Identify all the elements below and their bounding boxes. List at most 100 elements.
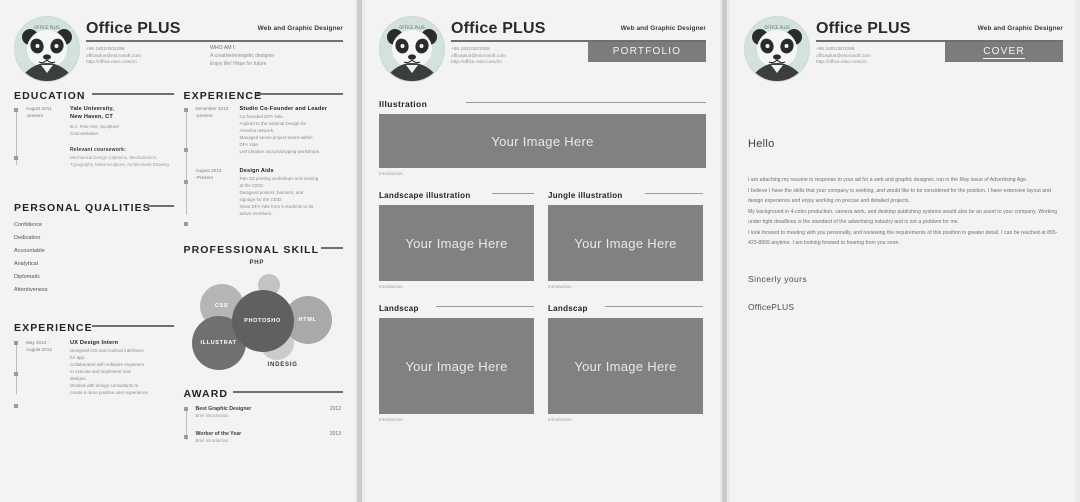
page3-header-main: Office PLUS Web and Graphic Designer: [816, 18, 1063, 44]
image-placeholder[interactable]: Your Image Here: [548, 205, 703, 281]
image-caption: Introduction.: [548, 417, 573, 422]
cover-badge: COVER: [945, 42, 1063, 62]
section-title: Landscape illustration: [379, 191, 471, 200]
profile-role: Web and Graphic Designer: [977, 25, 1063, 32]
image-placeholder[interactable]: Your Image Here: [548, 318, 703, 414]
placeholder-label: Your Image Here: [574, 235, 677, 251]
page-cover-letter: OFFICE PLUS Office PLUS Web and Graphic …: [730, 0, 1075, 502]
experience-entry: May 2013 - August 2013 UX Design Intern …: [26, 340, 174, 397]
entry-date: August 2013 -Present: [195, 167, 222, 180]
portfolio-row-1: Landscape illustration Your Image Here I…: [379, 185, 706, 289]
coursework-title: Relevant coursework:: [70, 147, 126, 154]
coursework-block: Relevant coursework: Mechanical Design C…: [70, 147, 174, 168]
award-name: Best Graphic Designer: [195, 405, 252, 412]
image-placeholder[interactable]: Your Image Here: [379, 205, 534, 281]
award-year: 2013: [329, 430, 341, 437]
section-title: Landscap: [548, 304, 588, 313]
section-title: AWARD: [183, 387, 229, 400]
page1-columns: EDUCATION August 2011 -present Yale Univ…: [14, 86, 343, 454]
image-caption: Introduction.: [379, 417, 404, 422]
experience-entry: December 2013 -present Studio Co-Founder…: [196, 106, 344, 156]
section-professional-skill: PROFESSIONAL SKILL: [183, 240, 343, 256]
award-item: Best Graphic Designer Brief introduction…: [196, 406, 344, 418]
personal-qualities-list: Confidence Dedication Accountable Analyt…: [14, 218, 174, 296]
who-am-i-line-2: Enjoy life! Hope for future: [210, 61, 267, 68]
letter-paragraph: My background in 4-color production, cam…: [748, 208, 1058, 225]
page2-header: OFFICE PLUS Office PLUS Web and Graphic …: [379, 14, 706, 86]
resume-template-preview: OFFICE PLUS Office PLUS Web and Graphic …: [0, 0, 1080, 502]
section-education: EDUCATION: [14, 86, 174, 102]
section-title: PROFESSIONAL SKILL: [183, 243, 320, 256]
header-rule: [86, 40, 343, 42]
award-year: 2012: [329, 405, 341, 412]
image-placeholder[interactable]: Your Image Here: [379, 114, 706, 168]
education-entry: August 2011 -present Yale University, Ne…: [26, 106, 174, 138]
svg-text:OFFICE PLUS: OFFICE PLUS: [399, 25, 425, 30]
quality-row: Attentiveness: [14, 283, 174, 296]
contact-block: +86 18010001088 officeplus@microsoft.com…: [451, 46, 506, 66]
section-rule: [466, 102, 706, 103]
section-title: EXPERIENCE: [183, 90, 263, 102]
section-experience-bottom: EXPERIENCE: [14, 318, 174, 334]
portfolio-cell: Landscap Your Image Here Introduction.: [548, 298, 703, 422]
contact-website: http://office.msn.com/cn: [451, 59, 502, 65]
page1-left-column: EDUCATION August 2011 -present Yale Univ…: [14, 86, 174, 454]
who-am-i-line-1: A creative/energetic designer: [210, 53, 275, 60]
image-caption: Introduction.: [379, 171, 404, 176]
page-portfolio: OFFICE PLUS Office PLUS Web and Graphic …: [365, 0, 720, 502]
section-rule: [605, 306, 703, 307]
contact-block: +86 18010001088 officeplus@microsoft.com…: [86, 46, 141, 66]
section-rule: [233, 390, 343, 393]
portfolio-badge: PORTFOLIO: [588, 42, 706, 62]
letter-paragraph: I believe I have the skills that your co…: [748, 187, 1051, 204]
contact-block: +86 18010001088 officeplus@microsoft.com…: [816, 46, 871, 66]
section-jungle-illustration: Jungle illustration: [548, 185, 703, 200]
bubble-label-php: PHP: [249, 259, 265, 266]
experience-bottom-timeline: May 2013 - August 2013 UX Design Intern …: [14, 340, 174, 409]
section-rule: [436, 306, 534, 307]
experience-top-timeline: December 2013 -present Studio Co-Founder…: [183, 106, 344, 226]
entry-detail: Ran 3D printing workshops and training a…: [239, 175, 319, 216]
skill-bubble-chart: PHP CSS PHOTOSHO HTML ILLUSTRAT INDESIG: [184, 260, 344, 378]
quality-row: Diplomatic: [14, 270, 174, 283]
entry-heading: UX Design Intern: [70, 340, 119, 347]
cover-badge-label: COVER: [983, 46, 1025, 59]
section-rule: [321, 246, 343, 249]
placeholder-label: Your Image Here: [491, 133, 594, 149]
who-am-i-title: WHO AM I:: [210, 45, 236, 51]
page1-header: OFFICE PLUS Office PLUS Web and Graphic …: [14, 14, 343, 86]
award-note: Brief introduction: [195, 412, 229, 418]
letter-body: I am attaching my resume in response to …: [744, 176, 1063, 248]
image-placeholder[interactable]: Your Image Here: [379, 318, 534, 414]
quality-label: Analytical: [14, 260, 39, 267]
bubble-photoshop: PHOTOSHO: [231, 289, 294, 352]
entry-heading: Studio Co-Founder and Leader: [239, 106, 328, 112]
section-title: Jungle illustration: [548, 191, 623, 200]
section-title: PERSONAL QUALITIES: [14, 202, 151, 215]
section-landscap-1: Landscap: [379, 298, 534, 313]
section-award: AWARD: [183, 384, 343, 400]
section-rule: [492, 193, 534, 194]
page1-header-main: Office PLUS Web and Graphic Designer: [86, 18, 343, 44]
award-name: Worker of the Year: [195, 430, 242, 437]
portfolio-cell: Landscape illustration Your Image Here I…: [379, 185, 534, 289]
image-caption: Introduction.: [379, 284, 404, 289]
placeholder-label: Your Image Here: [405, 358, 508, 374]
section-title: EDUCATION: [14, 90, 86, 102]
profile-role: Web and Graphic Designer: [257, 25, 343, 32]
quality-label: Attentiveness: [14, 286, 48, 293]
section-rule: [91, 325, 174, 328]
entry-detail: Designed iOS and Android interfaces for …: [70, 348, 149, 396]
panda-avatar-icon: OFFICE PLUS: [744, 16, 810, 82]
panda-avatar-icon: OFFICE PLUS: [14, 16, 80, 82]
svg-text:OFFICE PLUS: OFFICE PLUS: [34, 25, 60, 30]
contact-email: officeplus@microsoft.com: [451, 52, 506, 58]
letter-paragraph: I am attaching my resume in response to …: [748, 177, 1028, 183]
quality-label: Dedication: [14, 234, 41, 241]
page1-right-column: EXPERIENCE December 2013 -present Studio…: [183, 86, 344, 454]
section-title: Landscap: [379, 304, 419, 313]
letter-greeting: Hello: [748, 138, 775, 150]
placeholder-label: Your Image Here: [574, 358, 677, 374]
entry-heading: Design Aids: [239, 167, 274, 174]
entry-date: August 2011 -present: [26, 106, 52, 118]
